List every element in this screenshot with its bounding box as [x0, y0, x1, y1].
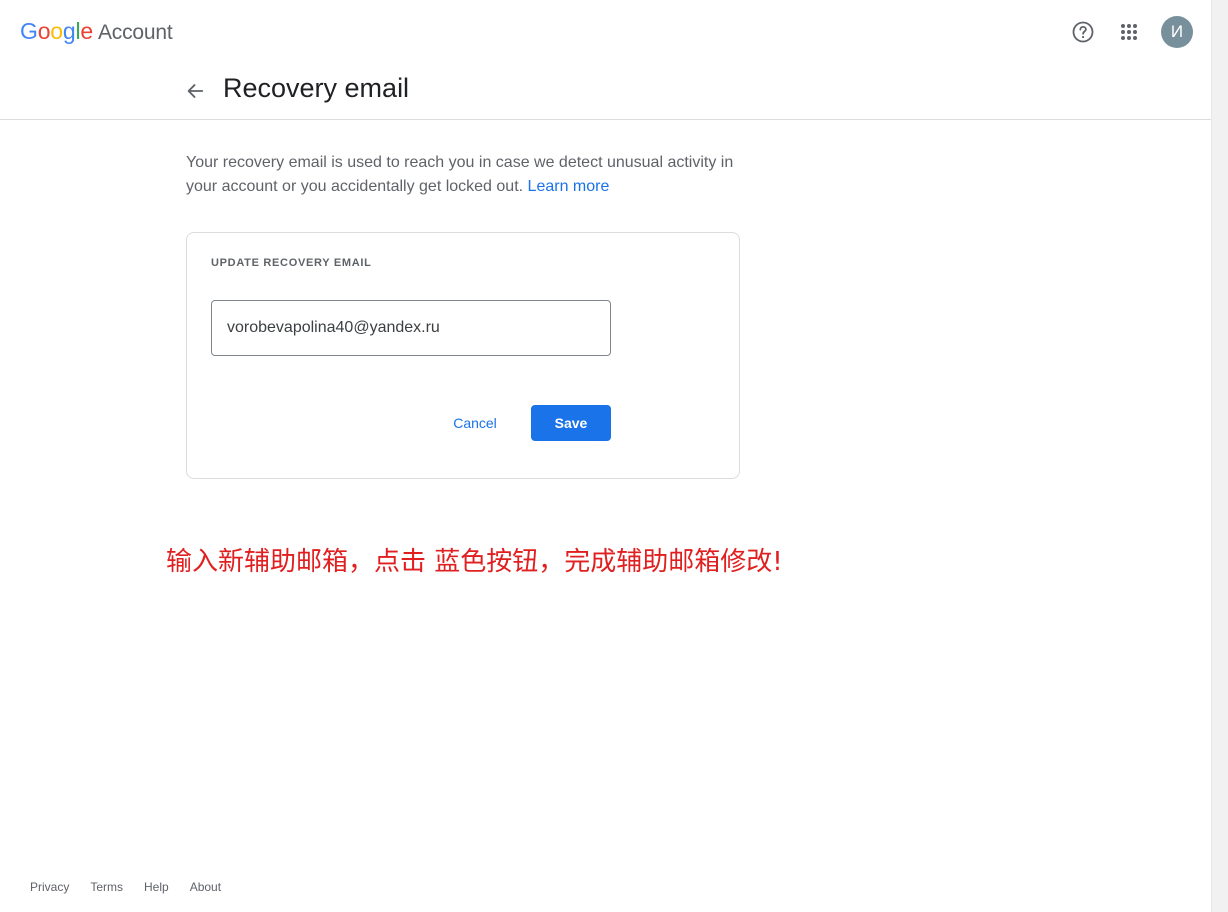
logo-letter: e [80, 18, 93, 44]
logo-letter: G [20, 18, 38, 44]
scrollbar[interactable] [1211, 0, 1228, 912]
footer-link-privacy[interactable]: Privacy [30, 880, 69, 894]
description-text: Your recovery email is used to reach you… [186, 154, 734, 195]
page-title: Recovery email [223, 73, 410, 103]
footer-link-about[interactable]: About [190, 880, 221, 894]
back-arrow-icon[interactable] [181, 77, 209, 105]
instruction-annotation: 输入新辅助邮箱，点击 蓝色按钮，完成辅助邮箱修改! [166, 547, 783, 577]
account-avatar[interactable]: И [1161, 16, 1193, 48]
footer-link-terms[interactable]: Terms [90, 880, 123, 894]
google-wordmark: Google [20, 18, 93, 45]
card-title: UPDATE RECOVERY EMAIL [211, 257, 372, 269]
logo-letter: o [37, 18, 51, 44]
learn-more-link[interactable]: Learn more [528, 178, 610, 195]
update-recovery-email-card: UPDATE RECOVERY EMAIL Cancel Save [186, 232, 740, 479]
page-header: Recovery email [0, 64, 1211, 120]
cancel-button[interactable]: Cancel [437, 405, 513, 441]
footer-link-help[interactable]: Help [144, 880, 169, 894]
save-button[interactable]: Save [531, 405, 611, 441]
top-bar: Google Account И [0, 0, 1211, 64]
help-icon[interactable] [1067, 16, 1099, 48]
recovery-email-input[interactable] [211, 300, 611, 356]
google-account-logo[interactable]: Google Account [20, 18, 173, 45]
logo-letter: o [50, 18, 63, 44]
logo-suffix: Account [98, 21, 173, 44]
footer: Privacy Terms Help About [30, 880, 242, 894]
logo-letter: g [62, 18, 76, 44]
apps-grid-icon[interactable] [1113, 16, 1145, 48]
description: Your recovery email is used to reach you… [186, 151, 746, 199]
